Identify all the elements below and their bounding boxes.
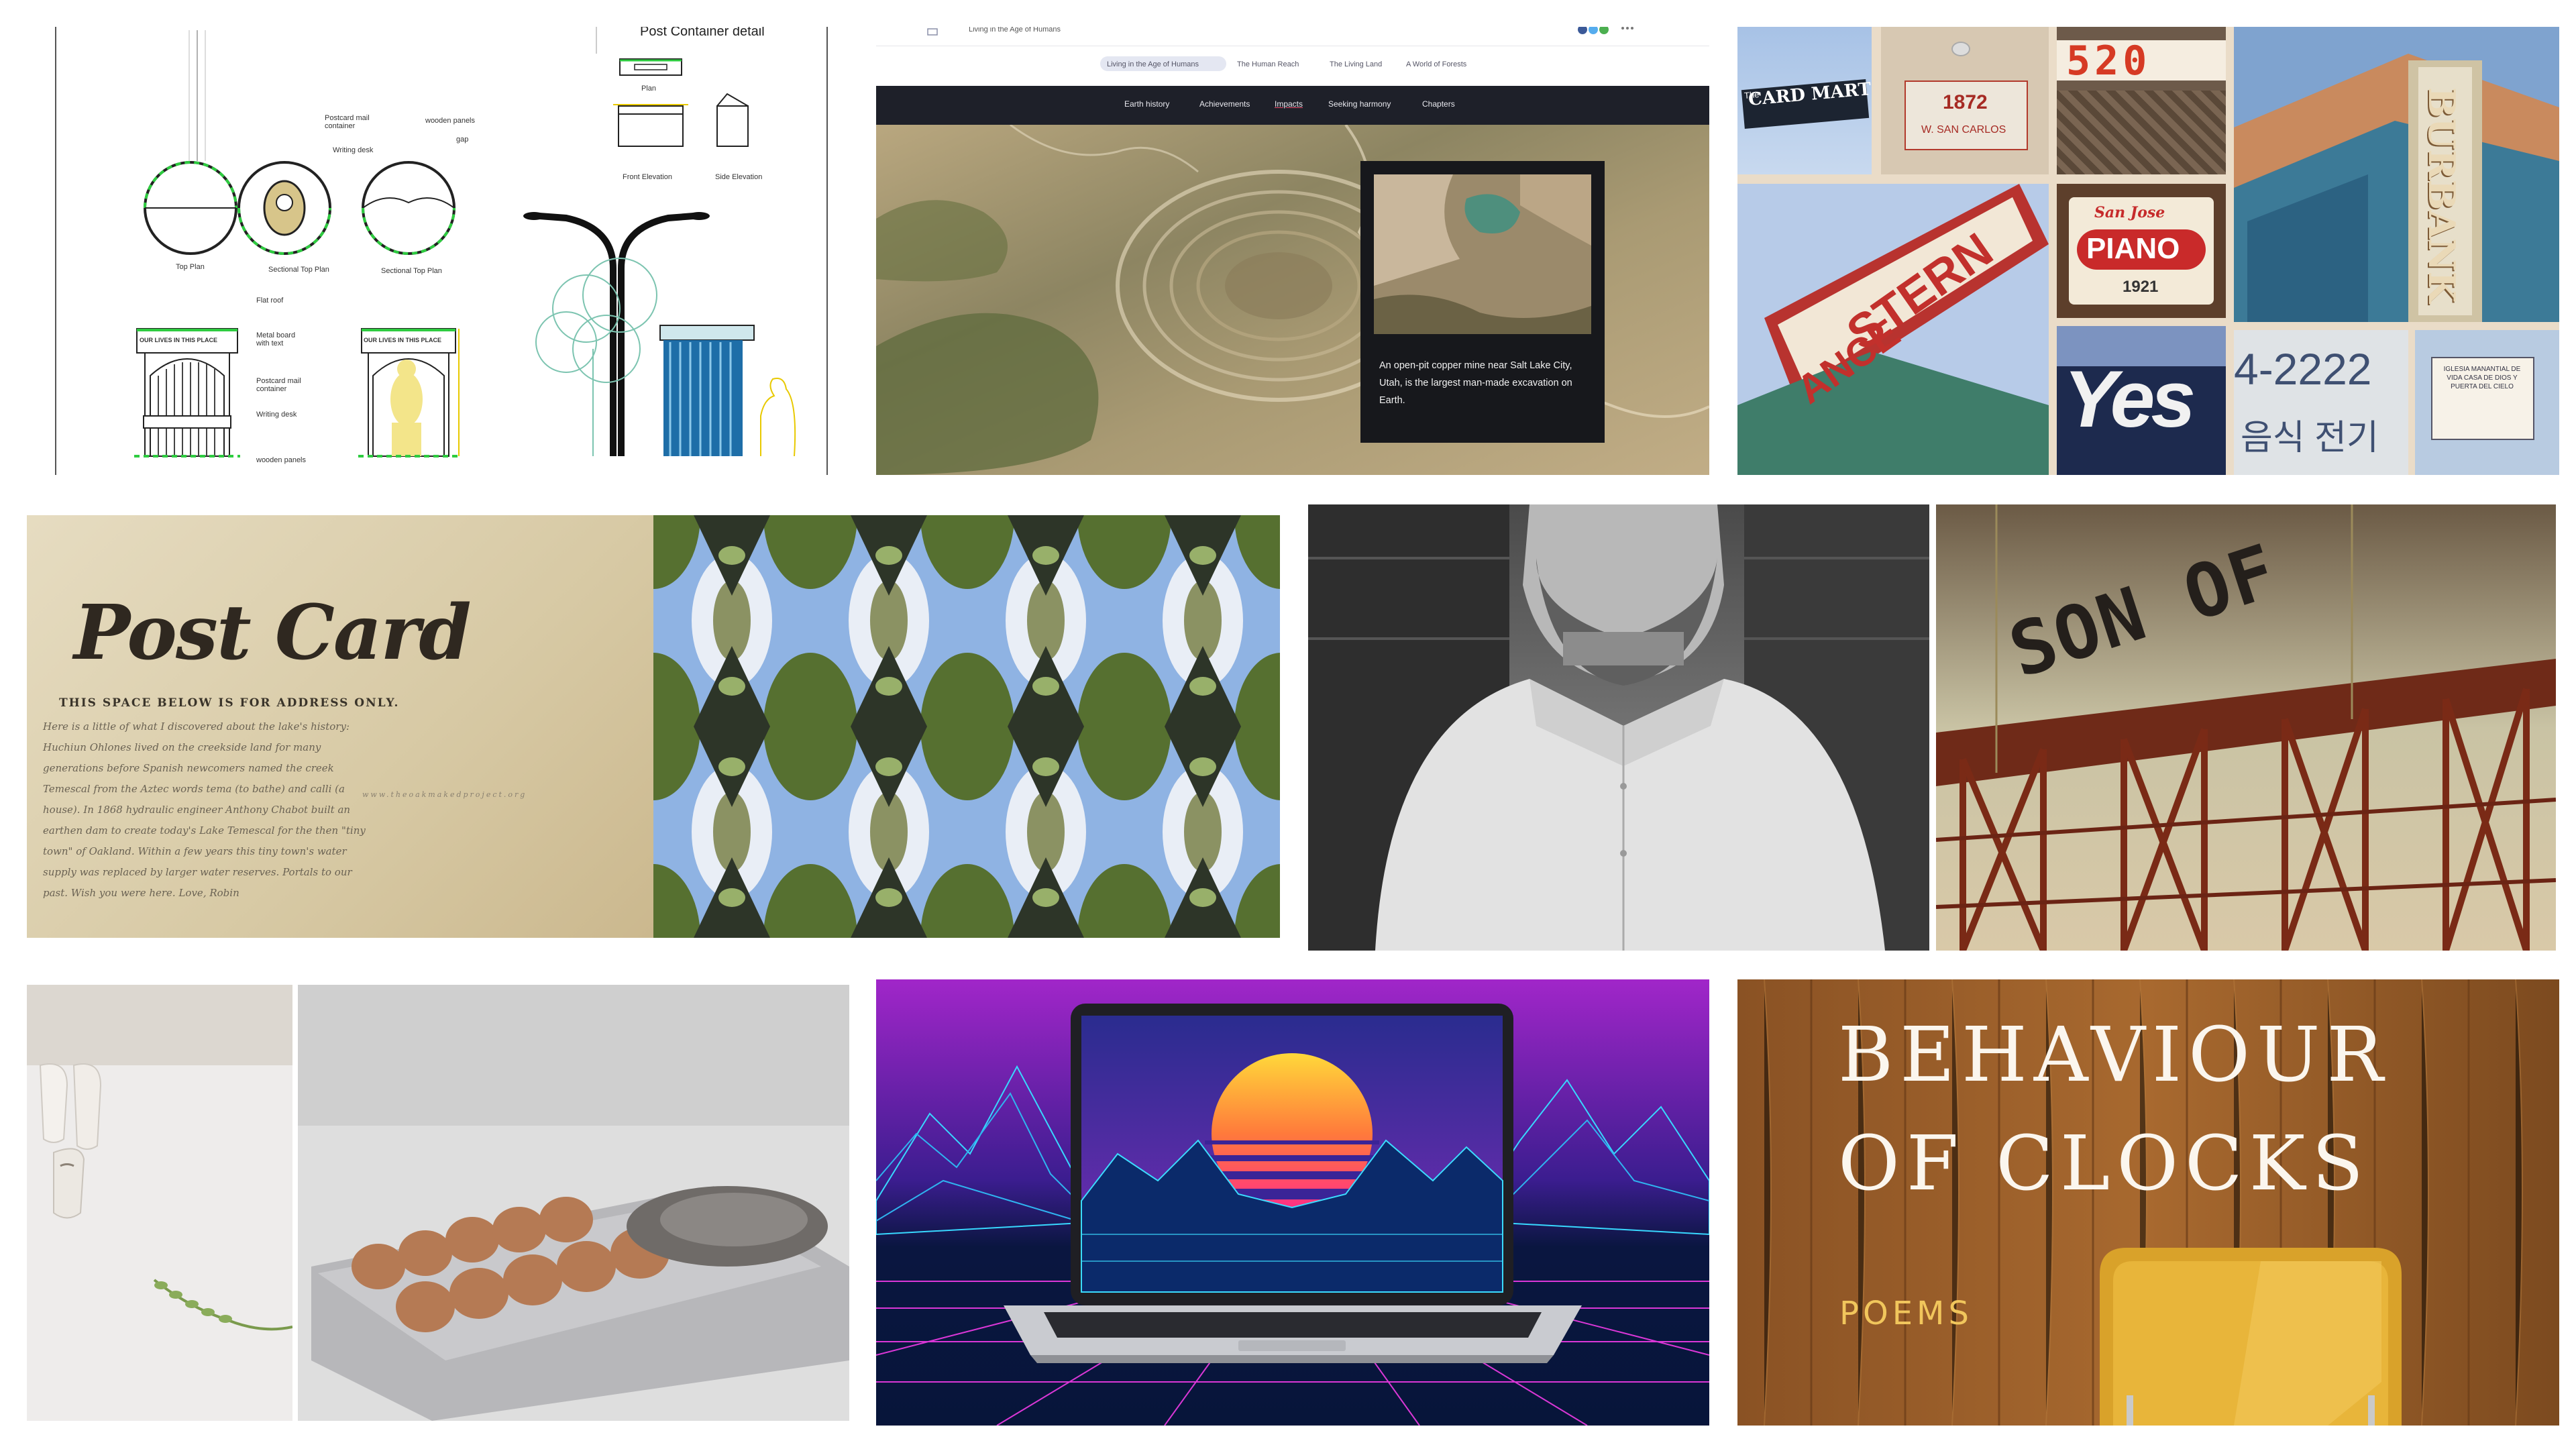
portrait-photo	[1308, 504, 1929, 951]
nav-chapters[interactable]: Chapters	[1422, 99, 1455, 109]
book-title-line1: BEHAVIOUR	[1838, 1012, 2390, 1099]
front-elevation-label: Front Elevation	[623, 173, 672, 181]
photo-card-mart: CARD MART The	[1737, 27, 1872, 174]
side-elevation-label: Side Elevation	[715, 173, 763, 181]
menu-icon	[926, 27, 940, 36]
korean-text: 음식 전기	[2241, 419, 2379, 458]
photo-phone-sign: 4-2222 음식 전기	[2234, 330, 2408, 475]
photo-western-dance: STERN ANCE	[1737, 184, 2049, 475]
mine-aerial-image	[876, 125, 1709, 475]
burbank-text: BURBANK	[2420, 87, 2463, 303]
san-carlos-text: W. SAN CARLOS	[1921, 124, 2006, 136]
ceramic-cups-photo	[27, 985, 292, 1421]
year-1921: 1921	[2123, 278, 2159, 296]
postcard-body: Here is a little of what I discovered ab…	[43, 720, 366, 899]
drawing-title: Post Container detail	[640, 27, 765, 39]
metal-board-label: Metal board with text	[256, 331, 296, 347]
postcard-thumbnail[interactable]: Post Card THIS SPACE BELOW IS FOR ADDRES…	[27, 515, 1280, 938]
egg-carton-photo	[298, 985, 849, 1421]
writing-desk-label-2: Writing desk	[256, 411, 297, 419]
ceramics-thumbnail[interactable]	[27, 985, 849, 1421]
nav-achievements[interactable]: Achievements	[1199, 99, 1250, 109]
tab-human-reach[interactable]: The Human Reach	[1237, 60, 1299, 68]
yes-text: Yes	[2063, 354, 2196, 444]
postcard-heading: Post Card	[74, 589, 472, 677]
site-title: Living in the Age of Humans	[969, 27, 1061, 34]
sectional-top-plan-label-2: Sectional Top Plan	[381, 267, 442, 275]
gap-label: gap	[456, 136, 469, 144]
flat-roof-label: Flat roof	[256, 297, 284, 305]
piano-text: PIANO	[2086, 232, 2180, 265]
behaviour-of-clocks-thumbnail[interactable]: BEHAVIOUR OF CLOCKS POEMS	[1737, 979, 2559, 1426]
writing-desk-label: Writing desk	[333, 146, 374, 154]
card-mart-the: The	[1743, 89, 1760, 101]
wooden-panels-label-2: wooden panels	[256, 456, 307, 464]
sign-text-2: OUR LIVES IN THIS PLACE	[364, 337, 442, 343]
synthwave-laptop-image	[876, 979, 1709, 1426]
street-signs-collage-thumbnail[interactable]: CARD MART The 1872 W. SAN CARLOS 520 BUR…	[1737, 27, 2559, 475]
tab-living-land[interactable]: The Living Land	[1330, 60, 1382, 68]
photo-1872: 1872 W. SAN CARLOS	[1881, 27, 2049, 174]
wooden-panels-label: wooden panels	[425, 117, 476, 125]
photo-church-sign: IGLESIA MANANTIAL DE VIDA CASA DE DIOS Y…	[2415, 330, 2559, 475]
tab-living-in-age-of-humans[interactable]: Living in the Age of Humans	[1107, 60, 1199, 68]
number-1872: 1872	[1943, 91, 1988, 113]
photo-burbank: BURBANK	[2234, 27, 2559, 322]
website-screenshot-thumbnail[interactable]: Living in the Age of Humans Living in th…	[876, 27, 1709, 475]
tab-world-of-forests[interactable]: A World of Forests	[1406, 60, 1466, 68]
photo-yes: Yes	[2057, 326, 2226, 475]
number-520: 520	[2066, 38, 2151, 85]
son-of-thumbnail[interactable]: SON OF	[1308, 504, 2556, 951]
image-caption: An open-pit copper mine near Salt Lake C…	[1379, 360, 1572, 406]
kaleidoscope-image	[653, 515, 1280, 938]
photo-san-jose-piano: San Jose PIANO 1921	[2057, 184, 2226, 318]
postcard-container-label-2: Postcard mail container	[256, 377, 301, 393]
nav-seeking-harmony[interactable]: Seeking harmony	[1328, 99, 1391, 109]
nav-impacts[interactable]: Impacts	[1275, 99, 1303, 109]
phone-number-text: 4-2222	[2234, 344, 2372, 394]
book-subtitle: POEMS	[1839, 1295, 1973, 1332]
postcard-watermark: www.theoakmakedproject.org	[362, 790, 527, 799]
nav-earth-history[interactable]: Earth history	[1124, 99, 1169, 109]
book-title-line2: OF CLOCKS	[1838, 1120, 2371, 1208]
postcard-subheading: THIS SPACE BELOW IS FOR ADDRESS ONLY.	[59, 696, 400, 710]
sectional-top-plan-label: Sectional Top Plan	[268, 266, 329, 274]
share-icons	[1577, 27, 1638, 38]
church-sign-text: IGLESIA MANANTIAL DE VIDA CASA DE DIOS Y…	[2443, 366, 2521, 390]
plan-label: Plan	[641, 85, 657, 93]
retro-laptop-thumbnail[interactable]	[876, 979, 1709, 1426]
postcard-container-label: Postcard mail container	[325, 114, 370, 130]
sign-text-1: OUR LIVES IN THIS PLACE	[140, 337, 218, 343]
photo-520: 520	[2057, 27, 2226, 174]
architecture-drawing-thumbnail[interactable]: Post Container detail Plan Front Elevati…	[55, 27, 828, 475]
top-plan-label: Top Plan	[176, 263, 205, 271]
architecture-drawing	[134, 27, 796, 458]
san-jose-text: San Jose	[2094, 204, 2165, 221]
